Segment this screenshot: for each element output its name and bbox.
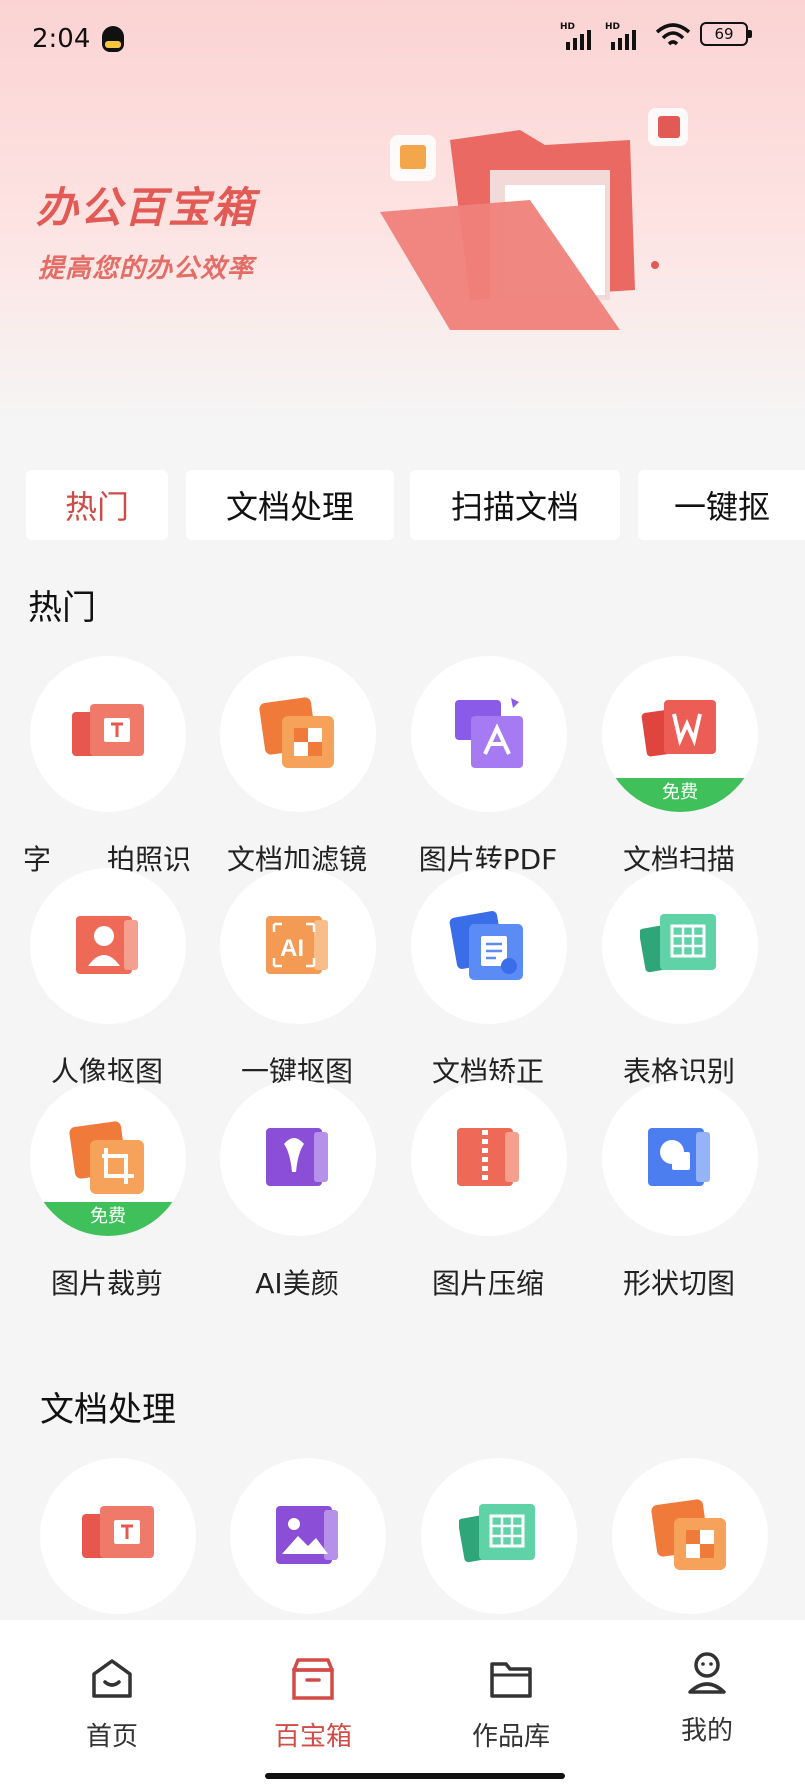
status-time: 2:04: [32, 24, 91, 54]
home-indicator: [265, 1773, 565, 1779]
word-scan-icon: [641, 700, 716, 757]
category-tabs: 热门 文档处理 扫描文档 一键抠: [0, 470, 805, 548]
hero-subtitle: 提高您的办公效率: [38, 254, 255, 284]
hero-banner: 2:04 HD HD 69 办公百宝箱 提高您的办公效率: [0, 0, 805, 420]
tool-icon-circle: [230, 1458, 386, 1614]
home-icon: [92, 1659, 132, 1698]
signal-icon: HD: [560, 22, 598, 50]
beauty-icon: [266, 1128, 328, 1186]
nav-works[interactable]: 作品库: [441, 1656, 581, 1753]
filter-icon: [259, 697, 334, 768]
tool-label: AI美颜: [255, 1267, 339, 1300]
tool-label: 图片裁剪: [50, 1267, 163, 1300]
tool-icon-circle: [30, 656, 186, 812]
signal-icon-2: HD: [605, 22, 643, 50]
qq-notification-icon: [102, 26, 124, 52]
folder-icon: [490, 1662, 532, 1698]
section-title-hot: 热门: [28, 588, 96, 628]
nav-profile[interactable]: 我的: [637, 1650, 777, 1747]
tool-icon-circle: [411, 656, 567, 812]
wifi-icon: [655, 23, 691, 46]
toolbox-icon: [292, 1658, 334, 1700]
portrait-cutout-icon: [76, 916, 138, 974]
svg-text:AI: AI: [280, 935, 304, 962]
tool-icon-circle: [602, 1080, 758, 1236]
filter-icon: [651, 1499, 726, 1570]
tab-document-processing[interactable]: 文档处理: [186, 470, 394, 540]
tab-one-click-cutout[interactable]: 一键抠: [638, 470, 805, 540]
profile-icon: [688, 1652, 726, 1694]
tool-label: 图片压缩: [431, 1267, 544, 1300]
battery-level: 69: [714, 25, 734, 43]
status-bar: 2:04 HD HD 69: [0, 0, 805, 80]
battery-icon: 69: [700, 22, 752, 46]
ai-cutout-icon: AI: [266, 916, 328, 974]
tool-icon-circle: [220, 1080, 376, 1236]
tab-scan-document[interactable]: 扫描文档: [410, 470, 620, 540]
image-icon: [276, 1506, 338, 1564]
tool-icon-circle: 免费: [602, 656, 758, 812]
hero-title: 办公百宝箱: [36, 183, 257, 232]
free-badge: 免费: [602, 778, 758, 812]
nav-toolbox[interactable]: 百宝箱: [243, 1656, 383, 1753]
nav-home[interactable]: 首页: [42, 1656, 182, 1753]
table-recognition-icon: [640, 914, 716, 973]
crop-icon: [69, 1121, 144, 1194]
compress-icon: [457, 1128, 519, 1186]
tool-icon-circle: [30, 868, 186, 1024]
tool-icon-circle: [602, 868, 758, 1024]
tool-icon-circle: [612, 1458, 768, 1614]
pdf-icon: [455, 698, 523, 768]
tool-icon-circle: [411, 868, 567, 1024]
section-title-doc: 文档处理: [40, 1390, 176, 1430]
tool-icon-circle: [411, 1080, 567, 1236]
nav-toolbox-label: 百宝箱: [273, 1722, 352, 1752]
text-recognition-icon: [82, 1506, 154, 1558]
folder-illustration-icon: [380, 108, 688, 330]
tab-hot[interactable]: 热门: [26, 470, 168, 540]
document-correct-icon: [449, 911, 523, 980]
nav-home-label: 首页: [85, 1722, 138, 1752]
tool-icon-circle: [40, 1458, 196, 1614]
nav-works-label: 作品库: [471, 1722, 550, 1752]
tool-icon-circle: AI: [220, 868, 376, 1024]
text-recognition-icon: [72, 704, 144, 756]
tool-label: 形状切图: [622, 1267, 735, 1300]
tool-icon-circle: [421, 1458, 577, 1614]
nav-profile-label: 我的: [680, 1716, 733, 1746]
bottom-navigation: 首页 百宝箱 作品库 我的: [0, 1620, 805, 1790]
shape-cut-icon: [648, 1128, 710, 1186]
table-recognition-icon: [459, 1504, 535, 1563]
tool-icon-circle: 免费: [30, 1080, 186, 1236]
tool-icon-circle: [220, 656, 376, 812]
free-badge: 免费: [30, 1202, 186, 1236]
